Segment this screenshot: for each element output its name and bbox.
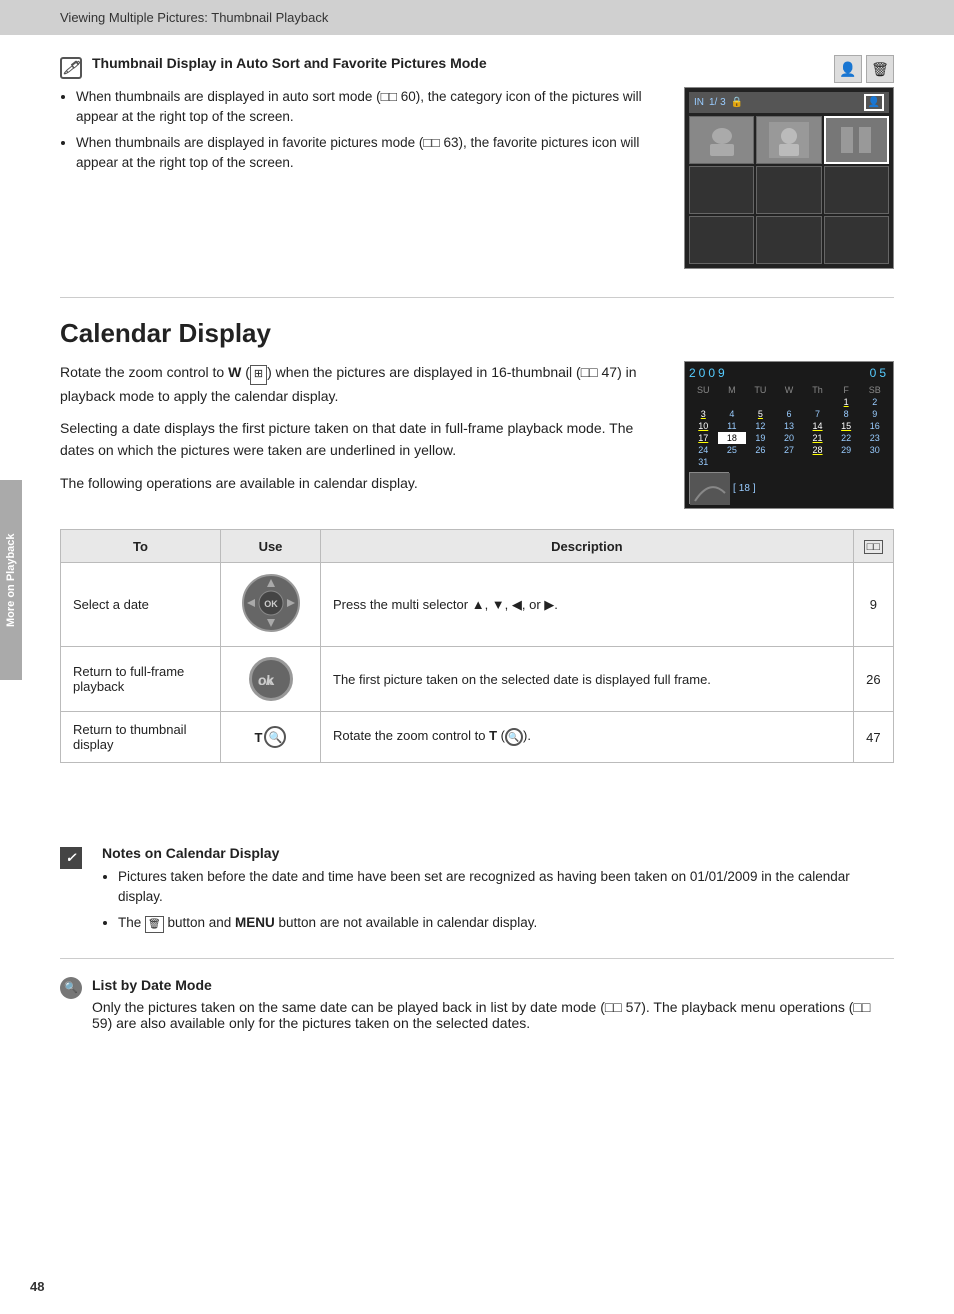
row3-use: T 🔍 (221, 712, 321, 763)
svg-text:OK: OK (264, 599, 278, 609)
cal-bottom: [ 18 ] (689, 472, 889, 504)
notes-flag-icon: ✓ (60, 847, 82, 869)
thumb-cell-8 (756, 216, 821, 264)
thumbnail-section-title: Thumbnail Display in Auto Sort and Favor… (92, 55, 487, 71)
thumb-cell-2 (756, 116, 821, 164)
trash-icon: 🗑 (866, 55, 894, 83)
thumb-cell-5 (756, 166, 821, 214)
calendar-para-2: Selecting a date displays the first pict… (60, 417, 654, 462)
calendar-section: Calendar Display Rotate the zoom control… (60, 318, 894, 509)
operations-table: To Use Description □□ Select a date (60, 529, 894, 763)
row2-ref: 26 (853, 647, 893, 712)
calendar-section-title: Calendar Display (60, 318, 894, 349)
thumb-cell-3 (824, 116, 889, 164)
table-row-thumbnail: Return to thumbnail display T 🔍 Rotate t… (61, 712, 894, 763)
table-header-row: To Use Description □□ (61, 530, 894, 563)
notes-title: Notes on Calendar Display (102, 845, 894, 861)
notes-bullet-1: Pictures taken before the date and time … (118, 867, 894, 908)
thumb-cell-9 (824, 216, 889, 264)
calendar-layout: Rotate the zoom control to W (⊞) when th… (60, 361, 894, 509)
thumbnail-section: 🖊 Thumbnail Display in Auto Sort and Fav… (60, 55, 894, 279)
col-ref: □□ (853, 530, 893, 563)
thumbnail-bullets: When thumbnails are displayed in auto so… (60, 87, 664, 173)
thumbnail-grid-mockup: 👤 🗑 IN 1/ 3 🔒 👤 (684, 55, 894, 279)
thumb-grid-container: IN 1/ 3 🔒 👤 (684, 87, 894, 269)
cal-photo (689, 472, 729, 504)
t-zoom-icon: T 🔍 (255, 726, 287, 748)
row2-to: Return to full-frame playback (61, 647, 221, 712)
thumb-grid-status: IN 1/ 3 🔒 👤 (689, 92, 889, 113)
cal-year: 2009 (689, 366, 728, 380)
cal-header: 2009 05 (689, 366, 889, 380)
header-title: Viewing Multiple Pictures: Thumbnail Pla… (60, 10, 328, 25)
calendar-text-col: Rotate the zoom control to W (⊞) when th… (60, 361, 654, 504)
col-description: Description (321, 530, 854, 563)
row1-to: Select a date (61, 563, 221, 647)
multi-selector-icon: OK (241, 573, 301, 633)
row1-ref: 9 (853, 563, 893, 647)
list-date-text: List by Date Mode Only the pictures take… (92, 977, 894, 1031)
note-icon: 🖊 (60, 57, 82, 79)
row1-use: OK (221, 563, 321, 647)
thumb-cell-7 (689, 216, 754, 264)
notes-bullets: Pictures taken before the date and time … (102, 867, 894, 933)
cal-month: 05 (870, 366, 889, 380)
person-icon: 👤 (834, 55, 862, 83)
row3-to: Return to thumbnail display (61, 712, 221, 763)
list-date-body: Only the pictures taken on the same date… (92, 999, 894, 1031)
top-icons: 👤 🗑 (684, 55, 894, 83)
page-header: Viewing Multiple Pictures: Thumbnail Pla… (0, 0, 954, 35)
row1-desc: Press the multi selector ▲, ▼, ◀, or ▶. (321, 563, 854, 647)
thumb-cell-6 (824, 166, 889, 214)
cal-selected-day: 18 (718, 432, 747, 444)
table-row-full-frame: Return to full-frame playback ok ok The … (61, 647, 894, 712)
row2-use: ok ok (221, 647, 321, 712)
calendar-display: 2009 05 SU M TU W Th F SB (684, 361, 894, 509)
calendar-para-1: Rotate the zoom control to W (⊞) when th… (60, 361, 654, 407)
row3-ref: 47 (853, 712, 893, 763)
list-by-date-section: 🔍 List by Date Mode Only the pictures ta… (60, 977, 894, 1031)
notes-section: ✓ Notes on Calendar Display Pictures tak… (60, 845, 894, 938)
calendar-image-col: 2009 05 SU M TU W Th F SB (674, 361, 894, 509)
notes-text: Notes on Calendar Display Pictures taken… (102, 845, 894, 938)
thumb-grid-rows (689, 116, 889, 264)
row3-desc: Rotate the zoom control to T (🔍). (321, 712, 854, 763)
list-date-icon: 🔍 (60, 977, 82, 999)
col-use: Use (221, 530, 321, 563)
notes-bullet-2: The 🗑 button and MENU button are not ava… (118, 913, 894, 933)
table-row-select-date: Select a date (61, 563, 894, 647)
row2-desc: The first picture taken on the selected … (321, 647, 854, 712)
col-to: To (61, 530, 221, 563)
cal-days-header: SU M TU W Th F SB 1 2 (689, 384, 889, 468)
svg-text:ok: ok (258, 672, 274, 688)
sidebar-label: More on Playback (0, 480, 22, 680)
thumbnail-bullet-1: When thumbnails are displayed in auto so… (76, 87, 664, 128)
thumbnail-bullet-2: When thumbnails are displayed in favorit… (76, 133, 664, 174)
list-date-title: List by Date Mode (92, 977, 894, 993)
calendar-para-3: The following operations are available i… (60, 472, 654, 494)
ok-button-icon: ok ok (249, 657, 293, 701)
thumb-cell-4 (689, 166, 754, 214)
thumb-cell-1 (689, 116, 754, 164)
page-number: 48 (30, 1279, 44, 1294)
cal-frame-count: 18 (739, 483, 750, 494)
